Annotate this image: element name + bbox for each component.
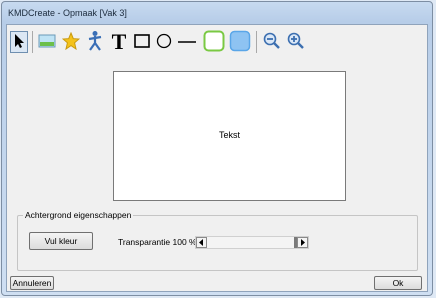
transparency-slider-thumb[interactable]: [294, 237, 297, 248]
toolbar-separator: [256, 31, 257, 53]
zoom-out-icon: [263, 32, 281, 52]
ellipse-icon: [156, 33, 172, 51]
zoom-out-button[interactable]: [261, 31, 283, 53]
fill-color-button[interactable]: Vul kleur: [29, 232, 93, 250]
ok-button[interactable]: Ok: [374, 276, 422, 290]
green-shape-tool-button[interactable]: [202, 30, 226, 54]
dialog-window: KMDCreate - Opmaak [Vak 3] T Tekst Achte…: [1, 1, 433, 296]
star-icon: [61, 31, 81, 52]
rounded-rect-green-icon: [203, 30, 225, 54]
design-canvas[interactable]: Tekst: [113, 71, 346, 201]
figure-tool-button[interactable]: [84, 31, 106, 53]
zoom-in-icon: [287, 32, 305, 52]
text-tool-button[interactable]: T: [108, 31, 130, 53]
canvas-text[interactable]: Tekst: [114, 130, 345, 140]
ellipse-tool-button[interactable]: [154, 31, 174, 53]
select-tool-button[interactable]: [10, 31, 28, 53]
blue-shape-tool-button[interactable]: [228, 30, 252, 54]
rectangle-icon: [134, 34, 150, 50]
rounded-rect-blue-icon: [229, 30, 251, 54]
scroll-left-button[interactable]: [196, 237, 207, 248]
image-icon: [38, 34, 56, 50]
toolbar: T: [10, 28, 410, 56]
toolbar-separator: [32, 31, 33, 53]
chevron-left-icon: [199, 238, 204, 248]
star-tool-button[interactable]: [60, 31, 82, 53]
zoom-in-button[interactable]: [285, 31, 307, 53]
text-t-icon: T: [111, 29, 127, 54]
arrow-pointer-icon: [13, 33, 25, 51]
line-tool-button[interactable]: [176, 31, 198, 53]
chevron-right-icon: [300, 238, 305, 248]
line-icon: [178, 37, 196, 47]
transparency-label: Transparantie 100 %: [118, 237, 197, 247]
transparency-slider[interactable]: [195, 236, 309, 249]
dialog-client: T Tekst Achtergrond eigenschappen Vul kl…: [6, 24, 428, 292]
window-title: KMDCreate - Opmaak [Vak 3]: [8, 8, 127, 18]
background-properties-title: Achtergrond eigenschappen: [23, 209, 134, 221]
person-figure-icon: [86, 30, 104, 54]
scroll-right-button[interactable]: [297, 237, 308, 248]
cancel-button[interactable]: Annuleren: [10, 276, 54, 290]
image-tool-button[interactable]: [36, 31, 58, 53]
rectangle-tool-button[interactable]: [132, 31, 152, 53]
